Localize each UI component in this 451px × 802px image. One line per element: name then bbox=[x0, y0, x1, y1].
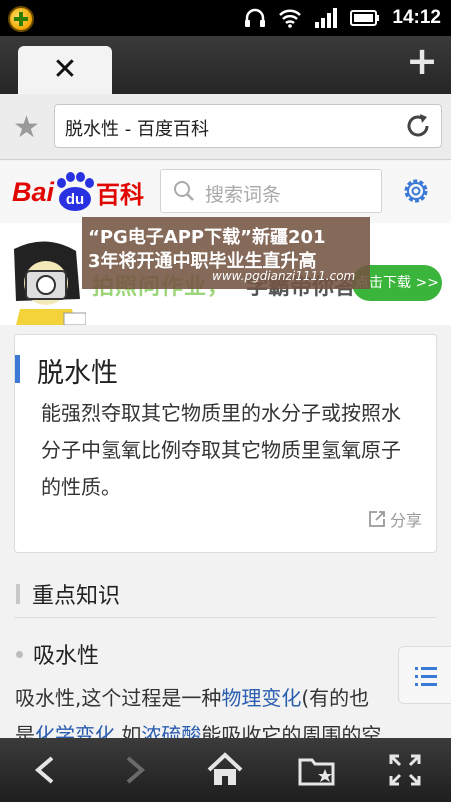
status-bar: 14:12 bbox=[0, 0, 451, 36]
search-input[interactable]: 搜索词条 bbox=[160, 169, 382, 213]
definition-card: 脱水性 能强烈夺取其它物质里的水分子或按照水分子中氢氧比例夺取其它物质里氢氧原子… bbox=[14, 334, 437, 553]
para-text: 是 bbox=[15, 723, 35, 738]
baidu-header: Bai du 百科 搜索词条 bbox=[0, 161, 451, 223]
close-tab-icon[interactable]: ✕ bbox=[52, 55, 77, 85]
overlay-line-1: “PG电子APP下载”新疆201 bbox=[88, 227, 326, 248]
clock: 14:12 bbox=[392, 7, 441, 28]
fullscreen-icon[interactable] bbox=[383, 750, 427, 790]
status-icons: 14:12 bbox=[244, 6, 441, 30]
subsection-heading: 吸水性 bbox=[16, 638, 99, 670]
title-accent-bar bbox=[15, 355, 20, 383]
bookmark-star-icon[interactable]: ★ bbox=[13, 110, 40, 145]
notification-app-icon bbox=[8, 6, 34, 32]
url-text: 脱水性 - 百度百科 bbox=[65, 119, 209, 140]
logo-baike-text: 百科 bbox=[96, 180, 145, 209]
page-title: 脱水性 bbox=[37, 358, 118, 389]
tab-active[interactable]: ✕ bbox=[18, 46, 112, 94]
logo-du-text: du bbox=[59, 187, 92, 211]
list-icon bbox=[415, 667, 437, 686]
link-sulfuric-acid[interactable]: 浓硫酸 bbox=[141, 723, 201, 738]
baidu-paw-icon: du bbox=[55, 172, 95, 212]
bookmarks-folder-icon[interactable] bbox=[295, 750, 339, 790]
overlay-url: www.pgdianzi1111.com bbox=[212, 269, 356, 283]
divider bbox=[14, 617, 436, 618]
baidu-baike-logo[interactable]: Bai du 百科 bbox=[12, 169, 144, 215]
browser-tab-bar: ✕ + bbox=[0, 36, 451, 94]
para-text: ,如 bbox=[115, 723, 142, 738]
back-arrow-icon[interactable] bbox=[24, 750, 68, 790]
para-text: 能吸收它的周围的空 bbox=[201, 723, 382, 738]
reload-icon[interactable] bbox=[403, 111, 433, 141]
section-title: 重点知识 bbox=[32, 584, 121, 609]
home-icon[interactable] bbox=[203, 750, 247, 790]
gear-icon[interactable] bbox=[400, 175, 432, 207]
signal-icon bbox=[315, 8, 338, 28]
link-physical-change[interactable]: 物理变化 bbox=[221, 686, 301, 710]
share-icon bbox=[369, 511, 385, 527]
para-text: 吸水性,这个过程是一种 bbox=[15, 686, 222, 710]
para-text: (有的也 bbox=[301, 686, 370, 710]
wifi-icon bbox=[279, 9, 302, 28]
article-paragraph: 吸水性,这个过程是一种物理变化(有的也 是化学变化,如浓硫酸能吸收它的周围的空 bbox=[15, 680, 440, 738]
new-tab-button[interactable]: + bbox=[405, 42, 439, 80]
link-chemical-change[interactable]: 化学变化 bbox=[35, 723, 115, 738]
browser-bottom-bar bbox=[0, 738, 451, 802]
headphones-icon bbox=[245, 8, 266, 27]
table-of-contents-button[interactable] bbox=[398, 646, 451, 704]
cartoon-character-image bbox=[6, 239, 86, 325]
subsection-title: 吸水性 bbox=[33, 644, 100, 669]
logo-bai-text: Bai bbox=[12, 176, 55, 207]
share-label: 分享 bbox=[389, 511, 422, 530]
share-button[interactable]: 分享 bbox=[368, 507, 422, 531]
address-bar: ★ 脱水性 - 百度百科 bbox=[0, 94, 451, 160]
url-field[interactable]: 脱水性 - 百度百科 bbox=[54, 104, 442, 148]
bullet-dot bbox=[16, 650, 23, 658]
section-mark bbox=[16, 584, 20, 604]
search-placeholder: 搜索词条 bbox=[205, 184, 282, 206]
watermark-overlay: “PG电子APP下载”新疆201 3年将开通中职毕业生直升高 www.pgdia… bbox=[82, 217, 370, 289]
forward-arrow-icon[interactable] bbox=[112, 750, 156, 790]
search-icon bbox=[174, 181, 194, 201]
definition-text: 能强烈夺取其它物质里的水分子或按照水分子中氢氧比例夺取其它物质里氢氧原子的性质。 bbox=[41, 401, 401, 499]
section-heading: 重点知识 bbox=[16, 578, 120, 610]
battery-icon bbox=[350, 10, 380, 26]
